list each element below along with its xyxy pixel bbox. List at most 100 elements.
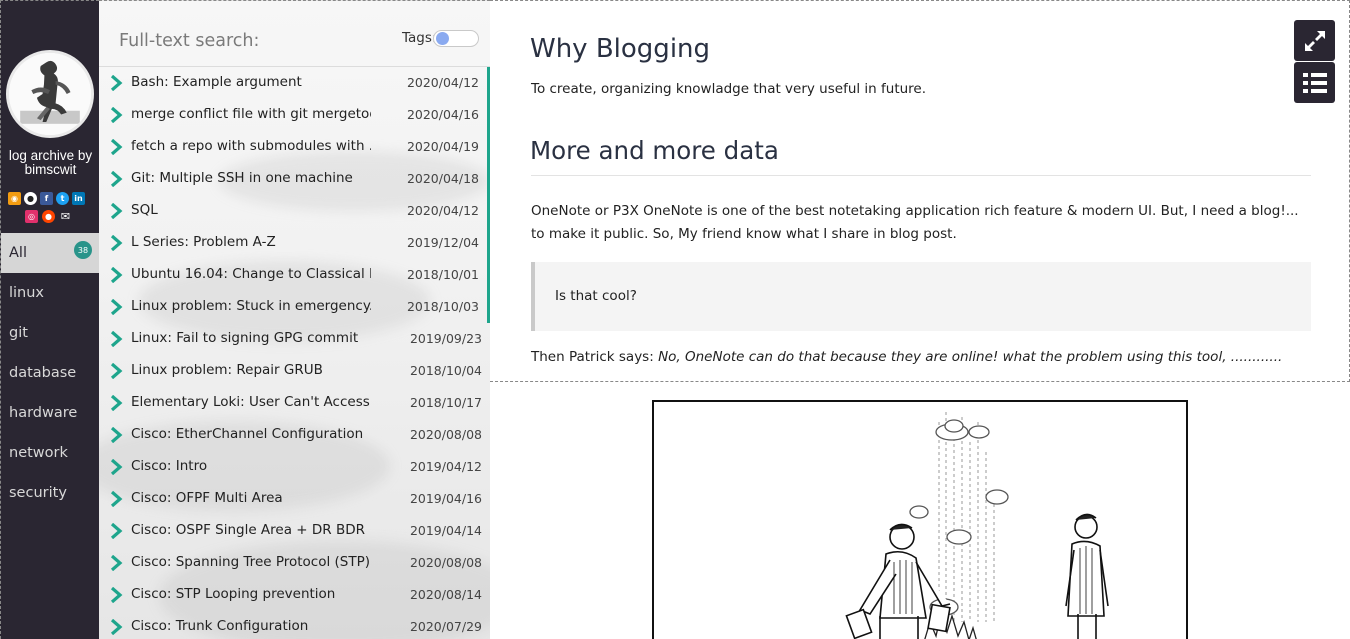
post-list: Bash: Example argument 2020/04/12 merge co… [99, 66, 490, 639]
sidebar: log archive by bimscwit ◉ ● f t in ◎ ● ✉… [0, 0, 100, 639]
fullscreen-button[interactable] [1294, 20, 1335, 61]
linkedin-icon[interactable]: in [72, 192, 85, 205]
category-security[interactable]: security [1, 473, 100, 513]
post-list-item[interactable]: Cisco: Spanning Tree Protocol (STP) 2020/… [99, 547, 490, 579]
post-list-item[interactable]: Git: Multiple SSH in one machine 2020/04/… [99, 163, 490, 195]
chevron-right-icon [110, 171, 123, 187]
cartoon-image [652, 400, 1188, 639]
search-input[interactable]: Full-text search: [119, 31, 259, 51]
facebook-icon[interactable]: f [40, 192, 53, 205]
dialogue-quote: No, OneNote can do that because they are… [658, 349, 1283, 365]
section-heading: More and more data [530, 136, 779, 165]
post-count-badge: 38 [74, 241, 92, 259]
avatar[interactable] [6, 50, 94, 138]
post-list-panel: Full-text search: Tags: Bash: Example ar… [99, 0, 490, 639]
post-list-item[interactable]: Cisco: OFPF Multi Area 2019/04/16 [99, 483, 490, 515]
expand-icon [1304, 30, 1325, 51]
instagram-icon[interactable]: ◎ [25, 210, 38, 223]
chevron-right-icon [110, 75, 123, 91]
post-list-item[interactable]: Elementary Loki: User Can't Access ... 20… [99, 387, 490, 419]
category-list: All 38 linux git database hardware netwo… [1, 233, 100, 513]
chevron-right-icon [110, 619, 123, 635]
category-network[interactable]: network [1, 433, 100, 473]
post-title: Cisco: Trunk Configuration [131, 618, 309, 634]
chevron-right-icon [110, 139, 123, 155]
category-label: network [9, 445, 68, 461]
post-title: Linux: Fail to signing GPG commit [131, 330, 359, 346]
category-hardware[interactable]: hardware [1, 393, 100, 433]
chevron-right-icon [110, 555, 123, 571]
toc-button[interactable] [1294, 62, 1335, 103]
email-icon[interactable]: ✉ [59, 210, 72, 223]
toggle-knob [436, 32, 449, 45]
post-list-item[interactable]: Ubuntu 16.04: Change to Classical N... 20… [99, 259, 490, 291]
post-list-item[interactable]: fetch a repo with submodules with ... 202… [99, 131, 490, 163]
post-date: 2020/04/12 [406, 203, 479, 218]
wayang-logo-image [9, 53, 91, 135]
post-list-item[interactable]: Cisco: EtherChannel Configuration 2020/08… [99, 419, 490, 451]
chevron-right-icon [110, 427, 123, 443]
post-list-item[interactable]: Linux: Fail to signing GPG commit 2019/09… [99, 323, 490, 355]
chevron-right-icon [110, 523, 123, 539]
post-title: Cisco: Intro [131, 458, 208, 474]
post-list-item[interactable]: Cisco: STP Looping prevention 2020/08/14 [99, 579, 490, 611]
post-title: Cisco: EtherChannel Configuration [131, 426, 364, 442]
rss-icon[interactable]: ◉ [8, 192, 21, 205]
post-title: fetch a repo with submodules with ... [131, 138, 371, 154]
post-list-item[interactable]: Cisco: OSPF Single Area + DR BDR 2019/04/… [99, 515, 490, 547]
chevron-right-icon [110, 299, 123, 315]
post-title: Git: Multiple SSH in one machine [131, 170, 353, 186]
post-title: Linux problem: Repair GRUB [131, 362, 323, 378]
post-title: Elementary Loki: User Can't Access ... [131, 394, 371, 410]
github-icon[interactable]: ● [24, 192, 37, 205]
blockquote: Is that cool? [531, 262, 1311, 331]
post-date: 2018/10/03 [406, 299, 479, 314]
post-title: L Series: Problem A-Z [131, 234, 276, 250]
chevron-right-icon [110, 395, 123, 411]
post-date: 2020/04/19 [406, 139, 479, 154]
site-title: log archive by bimscwit [8, 148, 93, 177]
post-title: Cisco: Spanning Tree Protocol (STP) [131, 554, 371, 570]
post-date: 2020/08/08 [409, 555, 482, 570]
post-title: Cisco: OFPF Multi Area [131, 490, 283, 506]
category-label: linux [9, 285, 45, 301]
post-title: Bash: Example argument [131, 74, 302, 90]
post-date: 2019/09/23 [409, 331, 482, 346]
post-title: SQL [131, 202, 158, 218]
post-list-item[interactable]: Linux problem: Stuck in emergency... 2018… [99, 291, 490, 323]
chevron-right-icon [110, 267, 123, 283]
category-label: security [9, 485, 67, 501]
category-all[interactable]: All 38 [1, 233, 100, 273]
tags-toggle[interactable] [433, 30, 479, 47]
post-list-item[interactable]: Cisco: Intro 2019/04/12 [99, 451, 490, 483]
post-date: 2020/04/18 [406, 171, 479, 186]
chevron-right-icon [110, 587, 123, 603]
twitter-icon[interactable]: t [56, 192, 69, 205]
post-date: 2019/04/12 [409, 459, 482, 474]
category-linux[interactable]: linux [1, 273, 100, 313]
post-list-item[interactable]: Bash: Example argument 2020/04/12 [99, 67, 490, 99]
article-intro: To create, organizing knowladge that ver… [531, 81, 927, 97]
chevron-right-icon [110, 331, 123, 347]
category-label: git [9, 325, 28, 341]
post-list-item[interactable]: L Series: Problem A-Z 2019/12/04 [99, 227, 490, 259]
post-date: 2018/10/01 [406, 267, 479, 282]
post-date: 2018/10/17 [409, 395, 482, 410]
heading-divider [531, 175, 1311, 176]
post-date: 2019/12/04 [406, 235, 479, 250]
post-list-item[interactable]: merge conflict file with git mergetool 20… [99, 99, 490, 131]
category-database[interactable]: database [1, 353, 100, 393]
post-date: 2020/08/08 [409, 427, 482, 442]
post-list-item[interactable]: Cisco: Trunk Configuration 2020/07/29 [99, 611, 490, 639]
post-list-item[interactable]: Linux problem: Repair GRUB 2018/10/04 [99, 355, 490, 387]
post-title: Cisco: OSPF Single Area + DR BDR [131, 522, 365, 538]
dialogue-line: Then Patrick says: No, OneNote can do th… [531, 349, 1282, 365]
article-paragraph: OneNote or P3X OneNote is one of the bes… [531, 203, 1299, 242]
category-git[interactable]: git [1, 313, 100, 353]
post-title: Linux problem: Stuck in emergency... [131, 298, 371, 314]
post-date: 2020/08/14 [409, 587, 482, 602]
article-heading: Why Blogging [530, 34, 711, 64]
blockquote-text: Is that cool? [555, 288, 637, 304]
post-list-item[interactable]: SQL 2020/04/12 [99, 195, 490, 227]
reddit-icon[interactable]: ● [42, 210, 55, 223]
